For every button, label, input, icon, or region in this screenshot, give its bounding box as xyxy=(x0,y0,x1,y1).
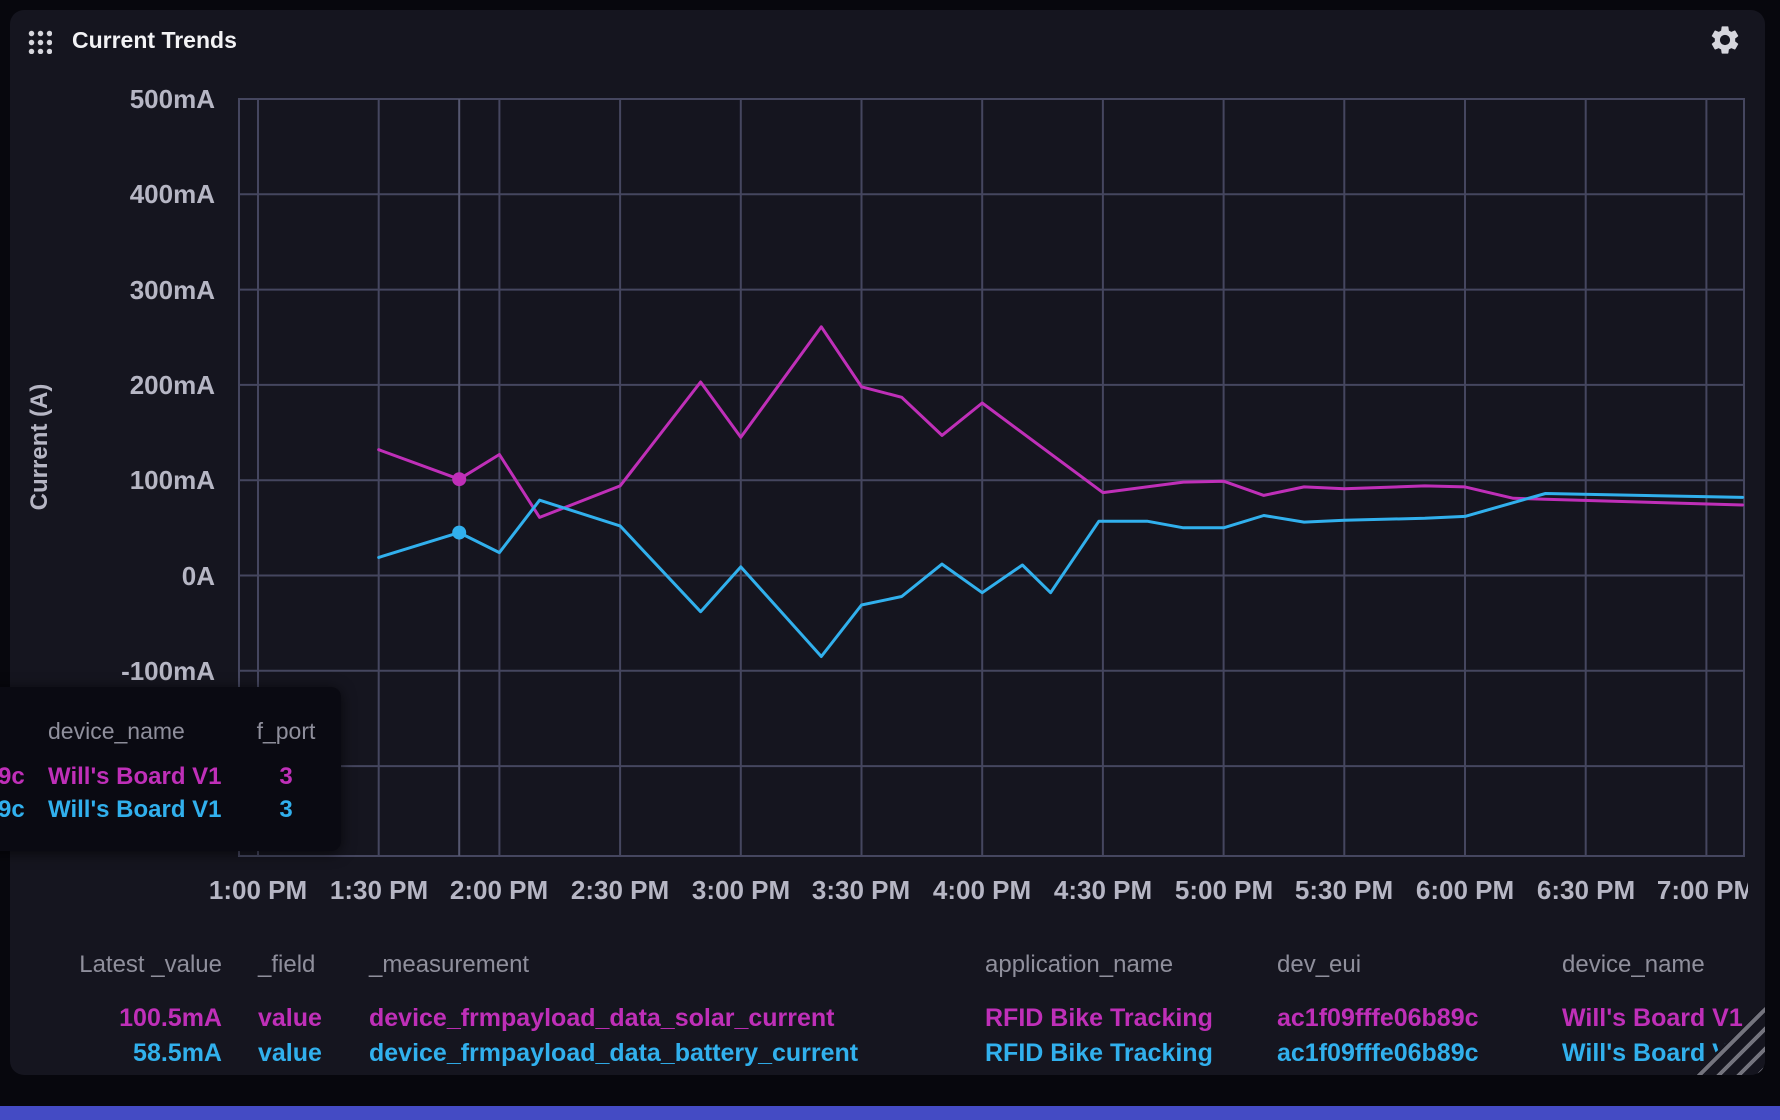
y-tick-label: 500mA xyxy=(10,83,215,115)
legend-header-dev-eui: dev_eui xyxy=(1277,950,1547,980)
legend-row-battery-dev-eui: ac1f09fffe06b89c xyxy=(1277,1038,1547,1068)
legend-row-battery-measurement: device_frmpayload_data_battery_current xyxy=(369,1038,969,1068)
legend-header-application-name: application_name xyxy=(985,950,1270,980)
legend-header-field: _field xyxy=(258,950,358,980)
legend-row-solar-application-name: RFID Bike Tracking xyxy=(985,1003,1270,1033)
tooltip-row-battery-dev-eui-clipped: 9c xyxy=(0,794,42,826)
x-axis-labels: 1:00 PM1:30 PM2:00 PM2:30 PM3:00 PM3:30 … xyxy=(10,868,1748,912)
y-tick-label: 0A xyxy=(10,560,215,592)
legend-header-device-name: device_name xyxy=(1562,950,1765,980)
legend-row-solar-device-name: Will's Board V1 xyxy=(1562,1003,1765,1033)
y-tick-label: 100mA xyxy=(10,464,215,496)
tooltip-row-battery-f-port: 3 xyxy=(252,794,320,826)
tooltip-header-f-port: f_port xyxy=(252,715,320,747)
bottom-scrollbar[interactable] xyxy=(0,1106,1780,1120)
legend-row-battery-latest-value: 58.5mA xyxy=(55,1038,222,1068)
y-tick-label: 400mA xyxy=(10,178,215,210)
tooltip-row-solar-f-port: 3 xyxy=(252,761,320,793)
tooltip-row-battery-device-name: Will's Board V1 xyxy=(48,794,248,826)
y-tick-label: 300mA xyxy=(10,274,215,306)
hover-point-battery xyxy=(452,526,466,540)
tooltip-header-device-name: device_name xyxy=(48,715,248,747)
legend-row-solar-dev-eui: ac1f09fffe06b89c xyxy=(1277,1003,1547,1033)
dashboard-cell: Current Trends Current (A) 1:00 PM1:30 P… xyxy=(10,10,1765,1075)
chart-svg xyxy=(10,10,1765,1075)
series-line-solar xyxy=(379,327,1743,518)
tooltip-row-solar-dev-eui-clipped: 9c xyxy=(0,761,42,793)
legend-header-measurement: _measurement xyxy=(369,950,969,980)
hover-tooltip: device_name f_port 9c Will's Board V1 3 … xyxy=(0,687,341,851)
legend-header-latest-value: Latest _value xyxy=(55,950,222,980)
legend-row-solar-latest-value: 100.5mA xyxy=(55,1003,222,1033)
tooltip-row-solar-device-name: Will's Board V1 xyxy=(48,761,248,793)
legend-row-battery-field: value xyxy=(258,1038,358,1068)
y-tick-label: -100mA xyxy=(10,655,215,687)
y-tick-label: 200mA xyxy=(10,369,215,401)
x-tick-label: 7:00 PM xyxy=(1631,870,1748,910)
legend-row-solar-measurement: device_frmpayload_data_solar_current xyxy=(369,1003,969,1033)
legend-row-solar-field: value xyxy=(258,1003,358,1033)
legend-row-battery-application-name: RFID Bike Tracking xyxy=(985,1038,1270,1068)
hover-point-solar xyxy=(452,472,466,486)
